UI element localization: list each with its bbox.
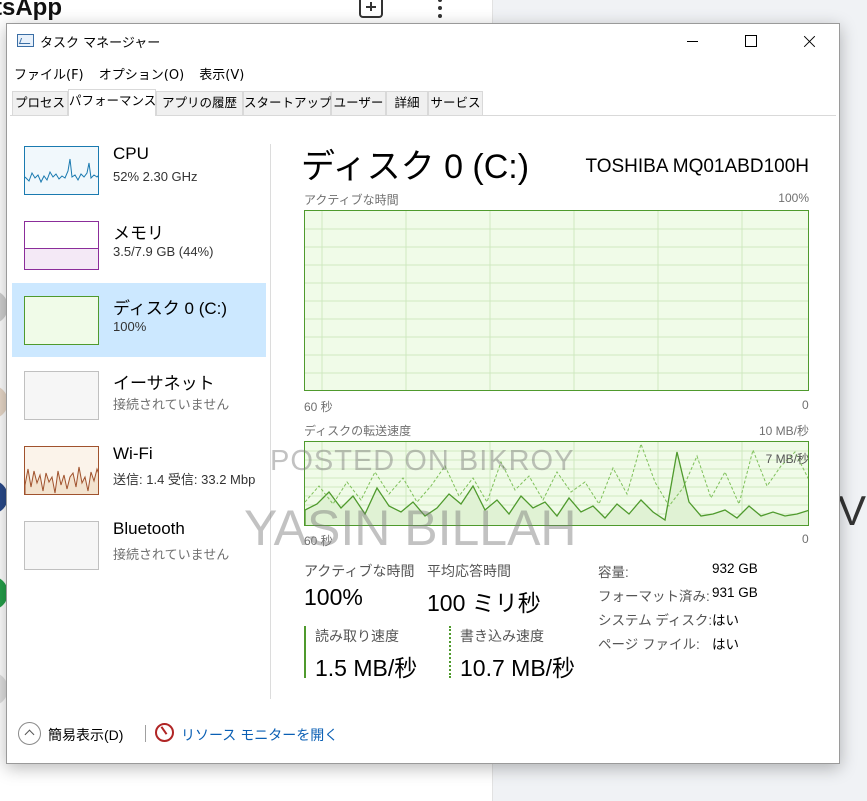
sidebar-item-cpu[interactable]: CPU 52% 2.30 GHz bbox=[12, 133, 266, 207]
sidebar-item-label: Bluetooth bbox=[113, 519, 185, 538]
sidebar-item-sub: 52% 2.30 GHz bbox=[113, 169, 198, 184]
disk-model: TOSHIBA MQ01ABD100H bbox=[585, 156, 809, 177]
active-time-graph-label: アクティブな時間 bbox=[304, 193, 399, 207]
page-file-label: ページ ファイル: bbox=[598, 637, 700, 652]
sidebar-item-label: ディスク 0 (C:) bbox=[113, 299, 228, 318]
sidebar-item-sub: 送信: 1.4 受信: 33.2 Mbp bbox=[113, 472, 256, 487]
memory-thumbnail-graph bbox=[24, 221, 99, 270]
formatted-label: フォーマット済み: bbox=[598, 589, 710, 604]
menu-file[interactable]: ファイル(F) bbox=[14, 68, 84, 83]
tab-bar: プロセス パフォーマンス アプリの履歴 スタートアップ ユーザー 詳細 サービス bbox=[10, 89, 836, 116]
sidebar-item-wifi[interactable]: Wi-Fi 送信: 1.4 受信: 33.2 Mbp bbox=[12, 433, 266, 507]
window-title: タスク マネージャー bbox=[40, 36, 161, 51]
background-partial-text: V bbox=[838, 487, 867, 534]
menu-options[interactable]: オプション(O) bbox=[99, 68, 184, 83]
bluetooth-thumbnail-graph bbox=[24, 521, 99, 570]
footer-separator bbox=[145, 725, 146, 742]
write-rate-indicator bbox=[449, 626, 451, 678]
read-rate-indicator bbox=[304, 626, 306, 678]
minimize-button[interactable] bbox=[670, 24, 716, 58]
watermark-line-1: POSTED ON BIKROY bbox=[270, 445, 575, 477]
maximize-button[interactable] bbox=[728, 24, 774, 58]
sidebar-item-label: メモリ bbox=[113, 224, 164, 243]
sidebar-item-label: Wi-Fi bbox=[113, 444, 153, 463]
tab-services[interactable]: サービス bbox=[428, 91, 483, 115]
transfer-graph-max: 10 MB/秒 bbox=[758, 424, 809, 438]
new-chat-icon[interactable] bbox=[359, 0, 383, 18]
active-time-stat-label: アクティブな時間 bbox=[304, 563, 415, 579]
transfer-graph-min: 0 bbox=[802, 532, 809, 546]
capacity-label: 容量: bbox=[598, 565, 629, 580]
sidebar-item-label: イーサネット bbox=[113, 374, 215, 393]
chevron-up-icon[interactable] bbox=[18, 722, 41, 745]
tab-startup[interactable]: スタートアップ bbox=[243, 91, 332, 115]
tab-users[interactable]: ユーザー bbox=[331, 91, 386, 115]
read-speed-value: 1.5 MB/秒 bbox=[315, 655, 418, 681]
system-disk-label: システム ディスク: bbox=[598, 613, 713, 628]
active-time-graph bbox=[304, 210, 809, 391]
ethernet-thumbnail-graph bbox=[24, 371, 99, 420]
background-app-title: tsApp bbox=[0, 0, 62, 21]
task-manager-icon bbox=[17, 34, 34, 47]
formatted-value: 931 GB bbox=[712, 585, 758, 600]
tab-details[interactable]: 詳細 bbox=[386, 91, 428, 115]
transfer-graph-inner-max: 7 MB/秒 bbox=[765, 452, 809, 466]
tab-performance[interactable]: パフォーマンス bbox=[68, 89, 156, 116]
title-bar[interactable]: タスク マネージャー bbox=[7, 24, 839, 58]
read-speed-label: 読み取り速度 bbox=[315, 628, 399, 644]
close-button[interactable] bbox=[786, 24, 832, 58]
menu-view[interactable]: 表示(V) bbox=[199, 68, 244, 83]
sidebar-item-ethernet[interactable]: イーサネット 接続されていません bbox=[12, 358, 266, 432]
fewer-details-button[interactable]: 簡易表示(D) bbox=[48, 725, 123, 745]
cpu-thumbnail-graph bbox=[24, 146, 99, 195]
sidebar-item-disk[interactable]: ディスク 0 (C:) 100% bbox=[12, 283, 266, 357]
active-time-graph-min: 0 bbox=[802, 398, 809, 412]
sidebar-item-sub: 3.5/7.9 GB (44%) bbox=[113, 244, 214, 259]
watermark-line-2: YASIN BILLAH bbox=[244, 500, 577, 556]
system-disk-value: はい bbox=[712, 613, 739, 628]
detail-title: ディスク 0 (C:) bbox=[301, 148, 530, 186]
active-time-graph-time: 60 秒 bbox=[304, 400, 333, 414]
resource-monitor-icon[interactable] bbox=[155, 723, 174, 742]
response-time-stat-value: 100 ミリ秒 bbox=[427, 590, 541, 616]
sidebar-item-memory[interactable]: メモリ 3.5/7.9 GB (44%) bbox=[12, 208, 266, 282]
response-time-stat-label: 平均応答時間 bbox=[427, 563, 511, 579]
pane-divider[interactable] bbox=[270, 144, 271, 699]
sidebar-item-sub: 接続されていません bbox=[113, 397, 230, 412]
tab-processes[interactable]: プロセス bbox=[12, 91, 68, 115]
page-file-value: はい bbox=[712, 637, 739, 652]
tab-app-history[interactable]: アプリの履歴 bbox=[156, 91, 243, 115]
transfer-graph-label: ディスクの転送速度 bbox=[304, 424, 412, 438]
open-resource-monitor-link[interactable]: リソース モニターを開く bbox=[181, 725, 338, 745]
wifi-thumbnail-graph bbox=[24, 446, 99, 495]
write-speed-value: 10.7 MB/秒 bbox=[460, 655, 576, 681]
sidebar-item-sub: 100% bbox=[113, 319, 147, 334]
active-time-graph-max: 100% bbox=[778, 191, 809, 205]
sidebar-item-sub: 接続されていません bbox=[113, 547, 230, 562]
more-options-icon[interactable] bbox=[437, 0, 443, 20]
write-speed-label: 書き込み速度 bbox=[460, 628, 544, 644]
sidebar-item-bluetooth[interactable]: Bluetooth 接続されていません bbox=[12, 508, 266, 582]
disk-thumbnail-graph bbox=[24, 296, 99, 345]
sidebar-item-label: CPU bbox=[113, 144, 149, 163]
menu-bar: ファイル(F) オプション(O) 表示(V) bbox=[14, 64, 255, 84]
task-manager-window: タスク マネージャー ファイル(F) オプション(O) 表示(V) プロセス パ… bbox=[6, 23, 840, 764]
capacity-value: 932 GB bbox=[712, 561, 758, 576]
active-time-stat-value: 100% bbox=[304, 584, 363, 610]
